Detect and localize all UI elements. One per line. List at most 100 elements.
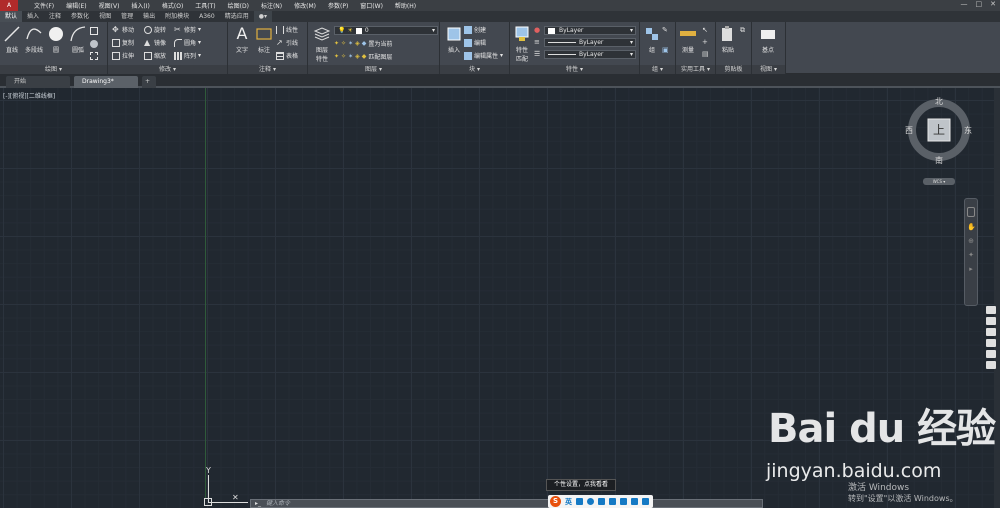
circle-tool[interactable]: 圆 <box>44 25 68 54</box>
menu-view[interactable]: 视图(V) <box>93 1 126 10</box>
select-icon[interactable]: ↖ <box>702 26 708 34</box>
table-tool[interactable]: 表格 <box>276 50 298 61</box>
menu-insert[interactable]: 插入(I) <box>125 1 155 10</box>
fillet-tool[interactable]: 圆角 ▾ <box>174 37 201 48</box>
panel-properties-title[interactable]: 特性 ▾ <box>510 65 639 74</box>
polyline-tool[interactable]: 多段线 <box>22 25 46 54</box>
ime-tools-icon[interactable] <box>631 498 638 505</box>
array-dropdown-icon[interactable]: ▾ <box>198 52 201 59</box>
panel-block-title[interactable]: 块 ▾ <box>440 65 509 74</box>
leader-tool[interactable]: ↗ 引线 <box>276 37 298 48</box>
menu-file[interactable]: 文件(F) <box>28 1 60 10</box>
linear-tool[interactable]: 线性 <box>276 24 298 35</box>
ime-punctuation-icon[interactable] <box>576 498 583 505</box>
close-button[interactable]: ✕ <box>990 0 996 8</box>
tab-default[interactable]: 默认 <box>0 11 23 22</box>
tab-start[interactable]: 开始 <box>6 76 70 88</box>
layout-icon-5[interactable] <box>986 350 996 358</box>
layer-thaw-icon[interactable]: ✶ <box>348 53 353 60</box>
menu-edit[interactable]: 编辑(E) <box>60 1 92 10</box>
tab-annotate[interactable]: 注释 <box>44 11 66 22</box>
viewport-controls-label[interactable]: [-][俯视][二维线框] <box>3 91 55 100</box>
viewcube-north[interactable]: 北 <box>935 96 943 107</box>
layer-unisolate-icon[interactable]: ✧ <box>341 53 346 60</box>
viewcube[interactable]: 北 南 西 东 上 WCS ▾ <box>904 96 974 185</box>
arc-tool[interactable]: 圆弧 <box>66 25 90 54</box>
panel-annotation-title[interactable]: 注释 ▾ <box>228 65 307 74</box>
text-tool[interactable]: A 文字 <box>230 25 254 55</box>
match-properties-tool[interactable]: 特性 匹配 <box>510 25 534 63</box>
viewcube-east[interactable]: 东 <box>964 125 972 136</box>
panel-view-title[interactable]: 视图 ▾ <box>752 65 785 74</box>
tab-drawing3[interactable]: Drawing3* <box>74 76 138 88</box>
layout-icon-6[interactable] <box>986 361 996 369</box>
mirror-tool[interactable]: ▲ 镜像 <box>144 37 166 48</box>
menu-dimension[interactable]: 标注(N) <box>255 1 288 10</box>
tab-a360[interactable]: A360 <box>194 11 220 22</box>
layout-icon-4[interactable] <box>986 339 996 347</box>
boundary-tool[interactable] <box>90 50 98 61</box>
layer-off-icon[interactable]: ✦ <box>334 40 339 47</box>
layer-walk-icon[interactable]: ✦ <box>334 53 339 60</box>
scale-tool[interactable]: 缩放 <box>144 50 166 61</box>
layer-lock-icon[interactable]: ◈ <box>355 40 360 47</box>
measure-tool[interactable]: 测量 <box>676 25 700 54</box>
layer-isolate-icon[interactable]: ✧ <box>341 40 346 47</box>
viewcube-west[interactable]: 西 <box>905 125 913 136</box>
orbit-icon[interactable]: ✦ <box>967 251 975 259</box>
tab-manage[interactable]: 管理 <box>116 11 138 22</box>
tab-addins[interactable]: 附加模块 <box>160 11 194 22</box>
ime-skin-icon[interactable] <box>620 498 627 505</box>
command-line-input[interactable]: ▸_ 键入命令 <box>250 499 763 508</box>
rotate-tool[interactable]: 旋转 <box>144 24 166 35</box>
menu-format[interactable]: 格式(O) <box>156 1 189 10</box>
fillet-dropdown-icon[interactable]: ▾ <box>198 39 201 46</box>
line-tool[interactable]: 直线 <box>0 25 24 54</box>
menu-draw[interactable]: 绘图(D) <box>222 1 255 10</box>
layer-properties-tool[interactable]: 图层 特性 <box>310 25 334 63</box>
edit-block-tool[interactable]: 编辑 <box>464 37 486 48</box>
ime-keyboard-icon[interactable] <box>609 498 616 505</box>
ime-menu-icon[interactable] <box>642 498 649 505</box>
zoom-icon[interactable]: ⊕ <box>967 237 975 245</box>
move-tool[interactable]: ✥ 移动 <box>112 24 134 35</box>
tab-featured-apps[interactable]: 精选应用 <box>220 11 254 22</box>
menu-window[interactable]: 窗口(W) <box>354 1 389 10</box>
match-layer-label[interactable]: 匹配图层 <box>368 52 392 61</box>
rectangle-tool[interactable] <box>90 25 98 36</box>
tab-output[interactable]: 输出 <box>138 11 160 22</box>
layout-icon-3[interactable] <box>986 328 996 336</box>
calculator-icon[interactable]: ▤ <box>702 50 709 58</box>
insert-block-tool[interactable]: 插入 <box>442 25 466 54</box>
point-icon[interactable]: + <box>702 38 708 46</box>
ribbon-toggle-icon[interactable]: ●▾ <box>253 11 272 22</box>
layer-freeze-icon[interactable]: ✶ <box>348 40 353 47</box>
command-close-icon[interactable]: ✕ <box>232 493 239 502</box>
ime-language-toggle[interactable]: 英 <box>565 497 572 507</box>
layout-icon-1[interactable] <box>986 306 996 314</box>
tab-parametric[interactable]: 参数化 <box>66 11 94 22</box>
layout-icon-2[interactable] <box>986 317 996 325</box>
trim-dropdown-icon[interactable]: ▾ <box>198 26 201 33</box>
viewcube-top-face[interactable]: 上 <box>933 121 945 138</box>
panel-groups-title[interactable]: 组 ▾ <box>640 65 675 74</box>
linetype-dropdown[interactable]: ByLayer ▾ <box>544 38 636 47</box>
copy-tool[interactable]: 复制 <box>112 37 134 48</box>
viewcube-south[interactable]: 南 <box>935 155 943 166</box>
panel-modify-title[interactable]: 修改 ▾ <box>108 65 227 74</box>
restore-button[interactable]: □ <box>976 0 983 8</box>
minimize-button[interactable]: — <box>961 0 968 8</box>
lineweight-dropdown[interactable]: ByLayer ▾ <box>544 50 636 59</box>
panel-draw-title[interactable]: 绘图 ▾ <box>0 65 107 74</box>
layer-unlock-icon[interactable]: ◈ <box>355 53 360 60</box>
showmotion-icon[interactable]: ▸ <box>967 265 975 273</box>
array-tool[interactable]: 阵列 ▾ <box>174 50 201 61</box>
make-current-label[interactable]: 置为当前 <box>368 39 392 48</box>
panel-utilities-title[interactable]: 实用工具 ▾ <box>676 65 715 74</box>
ime-voice-icon[interactable] <box>598 498 605 505</box>
group-select-icon[interactable]: ▣ <box>662 46 669 54</box>
menu-parametric[interactable]: 参数(P) <box>322 1 354 10</box>
tab-view[interactable]: 视图 <box>94 11 116 22</box>
hatch-tool[interactable] <box>90 38 98 49</box>
color-dropdown[interactable]: ByLayer ▾ <box>544 26 636 35</box>
